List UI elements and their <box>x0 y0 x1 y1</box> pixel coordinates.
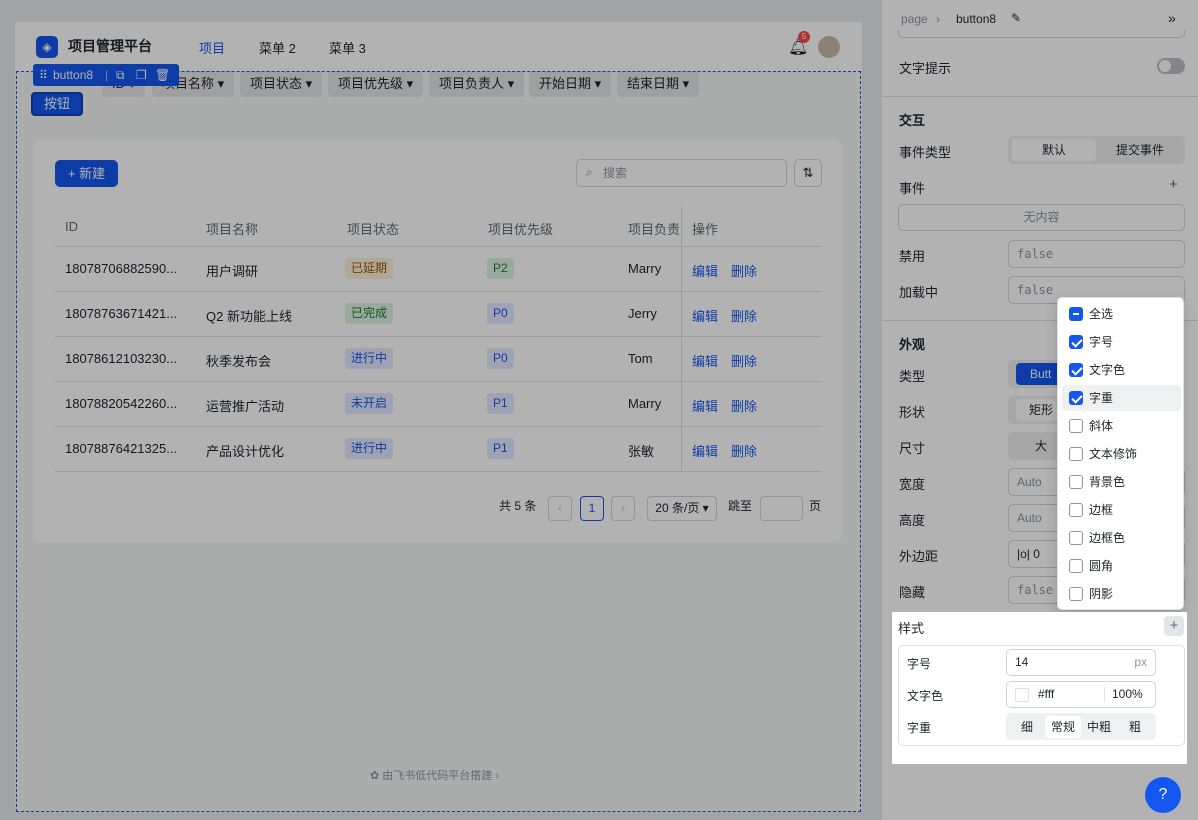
font-size-unit: px <box>1134 655 1147 669</box>
weight-bold[interactable]: 粗 <box>1117 716 1153 738</box>
checkbox[interactable] <box>1069 559 1083 573</box>
font-weight-segmented: 细 常规 中粗 粗 <box>1006 713 1156 740</box>
checkbox[interactable] <box>1069 419 1083 433</box>
weight-thin[interactable]: 细 <box>1009 716 1045 738</box>
font-size-label: 字号 <box>907 657 932 671</box>
weight-regular[interactable]: 常规 <box>1045 716 1081 738</box>
text-color-input[interactable]: #fff 100% <box>1006 681 1156 708</box>
color-swatch[interactable] <box>1015 688 1029 702</box>
font-size-value: 14 <box>1015 655 1029 669</box>
divider <box>1104 687 1105 702</box>
option-text-decoration[interactable]: 文本修饰 <box>1062 441 1181 467</box>
option-shadow[interactable]: 阴影 <box>1062 581 1181 607</box>
text-color-label: 文字色 <box>907 689 944 703</box>
weight-medium[interactable]: 中粗 <box>1081 716 1117 738</box>
checkbox[interactable] <box>1069 475 1083 489</box>
option-border-radius[interactable]: 圆角 <box>1062 553 1181 579</box>
checkbox[interactable] <box>1069 363 1083 377</box>
style-section-title: 样式 <box>898 621 925 636</box>
checkbox[interactable] <box>1069 447 1083 461</box>
plus-icon: + <box>1169 617 1179 634</box>
option-border[interactable]: 边框 <box>1062 497 1181 523</box>
add-style-button[interactable]: + <box>1164 616 1184 636</box>
option-font-size[interactable]: 字号 <box>1062 329 1181 355</box>
option-text-color[interactable]: 文字色 <box>1062 357 1181 383</box>
color-hex: #fff <box>1038 687 1055 701</box>
style-properties-dropdown: 全选 字号 文字色 字重 斜体 文本修饰 背景色 边框 边框色 圆角 阴影 <box>1057 297 1184 610</box>
option-font-weight[interactable]: 字重 <box>1062 385 1181 411</box>
option-border-color[interactable]: 边框色 <box>1062 525 1181 551</box>
checkbox[interactable] <box>1069 335 1083 349</box>
font-weight-label: 字重 <box>907 721 932 735</box>
option-background-color[interactable]: 背景色 <box>1062 469 1181 495</box>
option-select-all[interactable]: 全选 <box>1062 301 1181 327</box>
color-opacity: 100% <box>1112 687 1143 701</box>
checkbox[interactable] <box>1069 531 1083 545</box>
canvas-dim-overlay <box>0 0 882 820</box>
help-icon: ? <box>1158 786 1168 803</box>
checkbox[interactable] <box>1069 307 1083 321</box>
option-italic[interactable]: 斜体 <box>1062 413 1181 439</box>
checkbox[interactable] <box>1069 391 1083 405</box>
checkbox[interactable] <box>1069 587 1083 601</box>
font-size-input[interactable]: 14 px <box>1006 649 1156 676</box>
checkbox[interactable] <box>1069 503 1083 517</box>
help-button[interactable]: ? <box>1145 777 1181 813</box>
